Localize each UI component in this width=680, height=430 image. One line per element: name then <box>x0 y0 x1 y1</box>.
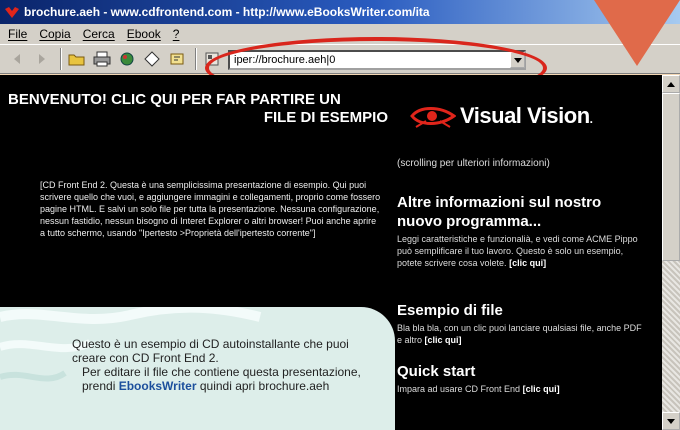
welcome-line-1: BENVENUTO! CLIC QUI PER FAR PARTIRE UN <box>8 91 341 108</box>
address-input[interactable]: iper://brochure.aeh|0 <box>228 50 526 70</box>
description-text: [CD Front End 2. Questa è una sempliciss… <box>40 180 381 238</box>
content-area: BENVENUTO! CLIC QUI PER FAR PARTIRE UN F… <box>0 75 662 430</box>
section-file-example-body: Bla bla bla, con un clic puoi lanciare q… <box>397 323 642 345</box>
toolbar-separator <box>60 48 62 70</box>
clic-qui-link-1[interactable]: [clic qui] <box>509 258 546 268</box>
logo-text: Visual Vision. <box>460 103 593 128</box>
visual-vision-logo: Visual Vision. <box>410 103 593 129</box>
open-button[interactable] <box>66 48 88 70</box>
menu-file[interactable]: File <box>8 27 27 41</box>
back-button[interactable] <box>6 48 28 70</box>
bookmark-icon <box>170 53 184 65</box>
properties-icon <box>205 52 219 66</box>
paint-button[interactable] <box>116 48 138 70</box>
vertical-scrollbar[interactable] <box>662 75 680 430</box>
menu-help[interactable]: ? <box>173 27 180 41</box>
clic-qui-link-3[interactable]: [clic qui] <box>523 384 560 394</box>
toolbar: iper://brochure.aeh|0 <box>0 44 680 74</box>
diamond-icon <box>144 51 160 67</box>
cd-text-2: Per editare il file che contiene questa … <box>82 365 361 393</box>
open-folder-icon <box>68 54 85 66</box>
scroll-note: (scrolling per ulteriori informazioni) <box>397 158 550 169</box>
address-dropdown-button[interactable] <box>510 52 525 68</box>
window-title: brochure.aeh - www.cdfrontend.com - http… <box>24 5 430 19</box>
toolbar-separator <box>195 48 197 70</box>
section-more-info-body: Leggi caratteristiche e funzionalià, e v… <box>397 234 638 268</box>
cd-info-text: Questo è un esempio di CD autoinstallant… <box>72 337 372 393</box>
menu-ebook[interactable]: Ebook <box>127 27 161 41</box>
section-more-info: Altre informazioni sul nostro nuovo prog… <box>397 193 647 269</box>
title-bar: brochure.aeh - www.cdfrontend.com - http… <box>0 0 680 24</box>
scroll-thumb[interactable] <box>662 93 680 261</box>
section-file-example-title: Esempio di file <box>397 302 503 319</box>
properties-button[interactable] <box>201 48 223 70</box>
print-button[interactable] <box>91 48 113 70</box>
section-quick-start-body: Impara ad usare CD Front End [clic qui] <box>397 384 560 394</box>
app-window: brochure.aeh - www.cdfrontend.com - http… <box>0 0 680 430</box>
forward-icon <box>39 54 45 64</box>
bookmark-button[interactable] <box>166 48 188 70</box>
forward-button[interactable] <box>31 48 53 70</box>
arrow-up-icon <box>667 81 675 87</box>
print-icon <box>93 51 111 67</box>
menu-cerca[interactable]: Cerca <box>83 27 115 41</box>
welcome-link[interactable]: BENVENUTO! CLIC QUI PER FAR PARTIRE UN F… <box>8 91 388 127</box>
app-icon <box>5 7 19 18</box>
section-quick-start: Quick start Impara ad usare CD Front End… <box>397 362 647 395</box>
menu-copia[interactable]: Copia <box>39 27 70 41</box>
scroll-up-button[interactable] <box>662 75 680 93</box>
scroll-down-button[interactable] <box>662 412 680 430</box>
diamond-button[interactable] <box>141 48 163 70</box>
welcome-line-2: FILE DI ESEMPIO <box>263 109 388 126</box>
paint-icon <box>120 52 134 66</box>
section-file-example: Esempio di file Bla bla bla, con un clic… <box>397 301 647 346</box>
chevron-down-icon <box>513 57 522 63</box>
section-more-info-title: Altre informazioni sul nostro nuovo prog… <box>397 194 602 230</box>
section-quick-start-title: Quick start <box>397 363 476 380</box>
cd-text-1: Questo è un esempio di CD autoinstallant… <box>72 337 349 365</box>
back-icon <box>14 54 20 64</box>
menu-bar: File Copia Cerca Ebook ? <box>0 24 680 44</box>
ebookswriter-link[interactable]: EbooksWriter <box>119 379 197 393</box>
arrow-down-icon <box>667 418 675 424</box>
clic-qui-link-2[interactable]: [clic qui] <box>425 335 462 345</box>
eye-logo-icon <box>410 107 456 128</box>
cd-info-panel: Questo è un esempio di CD autoinstallant… <box>0 307 395 430</box>
